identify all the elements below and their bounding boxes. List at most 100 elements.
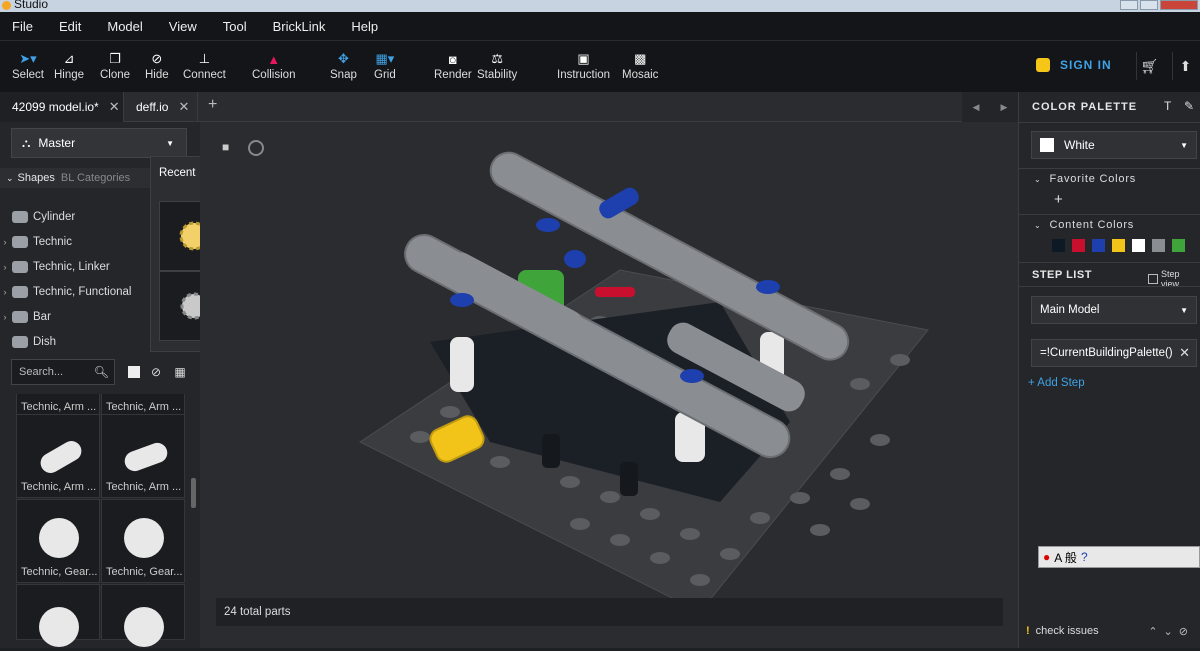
part-tile[interactable]: Technic, Gear... [101,499,185,583]
bar-icon [12,310,28,323]
favorite-colors-header[interactable]: ⌄ Favorite Colors [1034,173,1136,185]
category-item[interactable]: › Technic [0,229,150,254]
content-color-swatch[interactable] [1152,239,1165,252]
white-axle [450,337,474,392]
part-tile[interactable]: Technic, Gear... [16,499,100,583]
check-issues-bar[interactable]: ! check issues ⌃⌄⊘ [1020,620,1200,642]
pencil-icon[interactable]: ✎ [1184,99,1194,113]
render-tool-button[interactable]: ◙ Render [434,49,472,82]
hide-tool-button[interactable]: ⊘ Hide [145,49,169,81]
category-item[interactable]: Dish [0,329,150,354]
snap-tool-button[interactable]: ✥ Snap [330,49,357,81]
category-item[interactable]: › Technic, Functional [0,279,150,304]
palette-dropdown[interactable]: ⛬ Master ▼ [11,128,187,158]
clear-icon[interactable]: ✕ [1179,345,1190,361]
content-color-swatch[interactable] [1052,239,1065,252]
content-color-swatch[interactable] [1072,239,1085,252]
color-select-dropdown[interactable]: White ▼ [1031,131,1197,159]
content-color-swatch[interactable] [1112,239,1125,252]
red-axle [595,287,635,297]
close-tab-icon[interactable]: ✕ [109,99,120,115]
add-tab-button[interactable]: + [208,96,217,114]
part-tile[interactable]: Technic, Arm ... [101,414,185,498]
content-colors-header[interactable]: ⌄ Content Colors [1034,219,1134,231]
menu-bricklink[interactable]: BrickLink [273,19,326,34]
toolbar: ➤▾ Select ⊿ Hinge ❐ Clone ⊘ Hide ⊥ Connect ▲ C… [0,40,1200,92]
add-favorite-color-button[interactable]: + [1054,191,1063,208]
window-title: Studio [14,0,49,11]
content-color-swatch[interactable] [1172,239,1185,252]
stability-tool-button[interactable]: ⚖ Stability [477,49,517,81]
hinge-icon: ⊿ [63,51,75,66]
blue-pin [680,369,704,383]
mosaic-tool-button[interactable]: ▩ Mosaic [622,49,658,81]
menu-edit[interactable]: Edit [59,19,81,34]
parts-scrollbar[interactable] [191,478,196,508]
studio-logo-icon [2,1,11,10]
palette-expression-field[interactable]: =!CurrentBuildingPalette() ✕ [1031,339,1197,367]
issue-nav-icons[interactable]: ⌃⌄⊘ [1148,625,1194,638]
snap-icon: ✥ [337,51,349,66]
part-search-input[interactable]: Search... 🔍︎ [11,359,115,385]
category-item[interactable]: › Bar [0,304,150,329]
3d-viewport[interactable] [200,122,1018,648]
model-scene[interactable] [200,122,1018,648]
model-select-dropdown[interactable]: Main Model ▼ [1031,296,1197,324]
content-color-swatch[interactable] [1132,239,1145,252]
tab-bl-categories[interactable]: BL Categories [61,172,130,184]
chevron-down-icon: ⌄ [1034,221,1042,230]
tab-deff[interactable]: deff.io ✕ [124,92,198,122]
collision-tool-button[interactable]: ▲ Collision [252,49,295,82]
parts-count: 24 total parts [224,606,291,618]
part-tile[interactable] [101,584,185,647]
grid-view-icon[interactable]: ▦ [174,366,186,378]
upload-button[interactable]: ⬆ [1172,52,1198,80]
tab-right-icon[interactable]: ▶ [1001,102,1008,113]
close-tab-icon[interactable]: ✕ [178,99,189,115]
palette-tree-icon: ⛬ [22,135,31,150]
eye-off-icon: ⊘ [151,51,163,66]
select-tool-button[interactable]: ➤▾ Select [12,49,44,81]
search-icon: 🔍︎ [93,365,109,379]
stability-icon: ⚖ [491,51,503,66]
technic-gear-icon [39,607,79,647]
add-step-button[interactable]: + Add Step [1028,377,1085,389]
cart-button[interactable]: 🛒︎ [1136,52,1162,80]
sign-in-button[interactable]: SIGN IN [1036,58,1112,72]
part-tile[interactable]: Technic, Arm ... [16,414,100,498]
color-filter-icon[interactable] [128,366,140,378]
grid-tool-button[interactable]: ▦▾ Grid [374,49,396,81]
menu-help[interactable]: Help [351,19,378,34]
close-window-button[interactable] [1160,0,1198,10]
category-item[interactable]: › Technic, Linker [0,254,150,279]
connect-icon: ⊥ [198,51,211,66]
menu-view[interactable]: View [169,19,197,34]
menu-tool[interactable]: Tool [223,19,247,34]
chevron-down-icon: ⌄ [6,172,14,183]
connect-tool-button[interactable]: ⊥ Connect [183,49,226,81]
tab-left-icon[interactable]: ◀ [973,102,980,113]
tab-shapes[interactable]: Shapes [18,172,55,184]
orbit-icon[interactable] [248,140,264,156]
technic-gear-icon [124,518,164,558]
clone-tool-button[interactable]: ❐ Clone [100,49,130,81]
ime-language-bar[interactable]: ● A 般? [1038,546,1200,568]
technic-arm-icon [121,440,171,474]
tab-42099-model[interactable]: 42099 model.io* ✕ [0,92,124,122]
paint-roller-icon[interactable]: T [1164,99,1171,113]
menu-model[interactable]: Model [107,19,142,34]
hinge-tool-button[interactable]: ⊿ Hinge [54,49,84,81]
content-color-swatch[interactable] [1092,239,1105,252]
maximize-button[interactable] [1140,0,1158,10]
menu-file[interactable]: File [12,19,33,34]
part-tile[interactable] [16,584,100,647]
chevron-right-icon: › [3,261,7,272]
hide-filter-icon[interactable]: ⊘ [150,366,162,378]
step-list-title: STEP LIST [1032,269,1092,281]
color-palette-title: COLOR PALETTE [1032,101,1138,113]
camera-icon[interactable]: ■ [222,140,238,156]
clone-icon: ❐ [109,51,121,66]
minimize-button[interactable] [1120,0,1138,10]
instruction-tool-button[interactable]: ▣ Instruction [557,49,610,81]
category-item[interactable]: Cylinder [0,204,150,229]
